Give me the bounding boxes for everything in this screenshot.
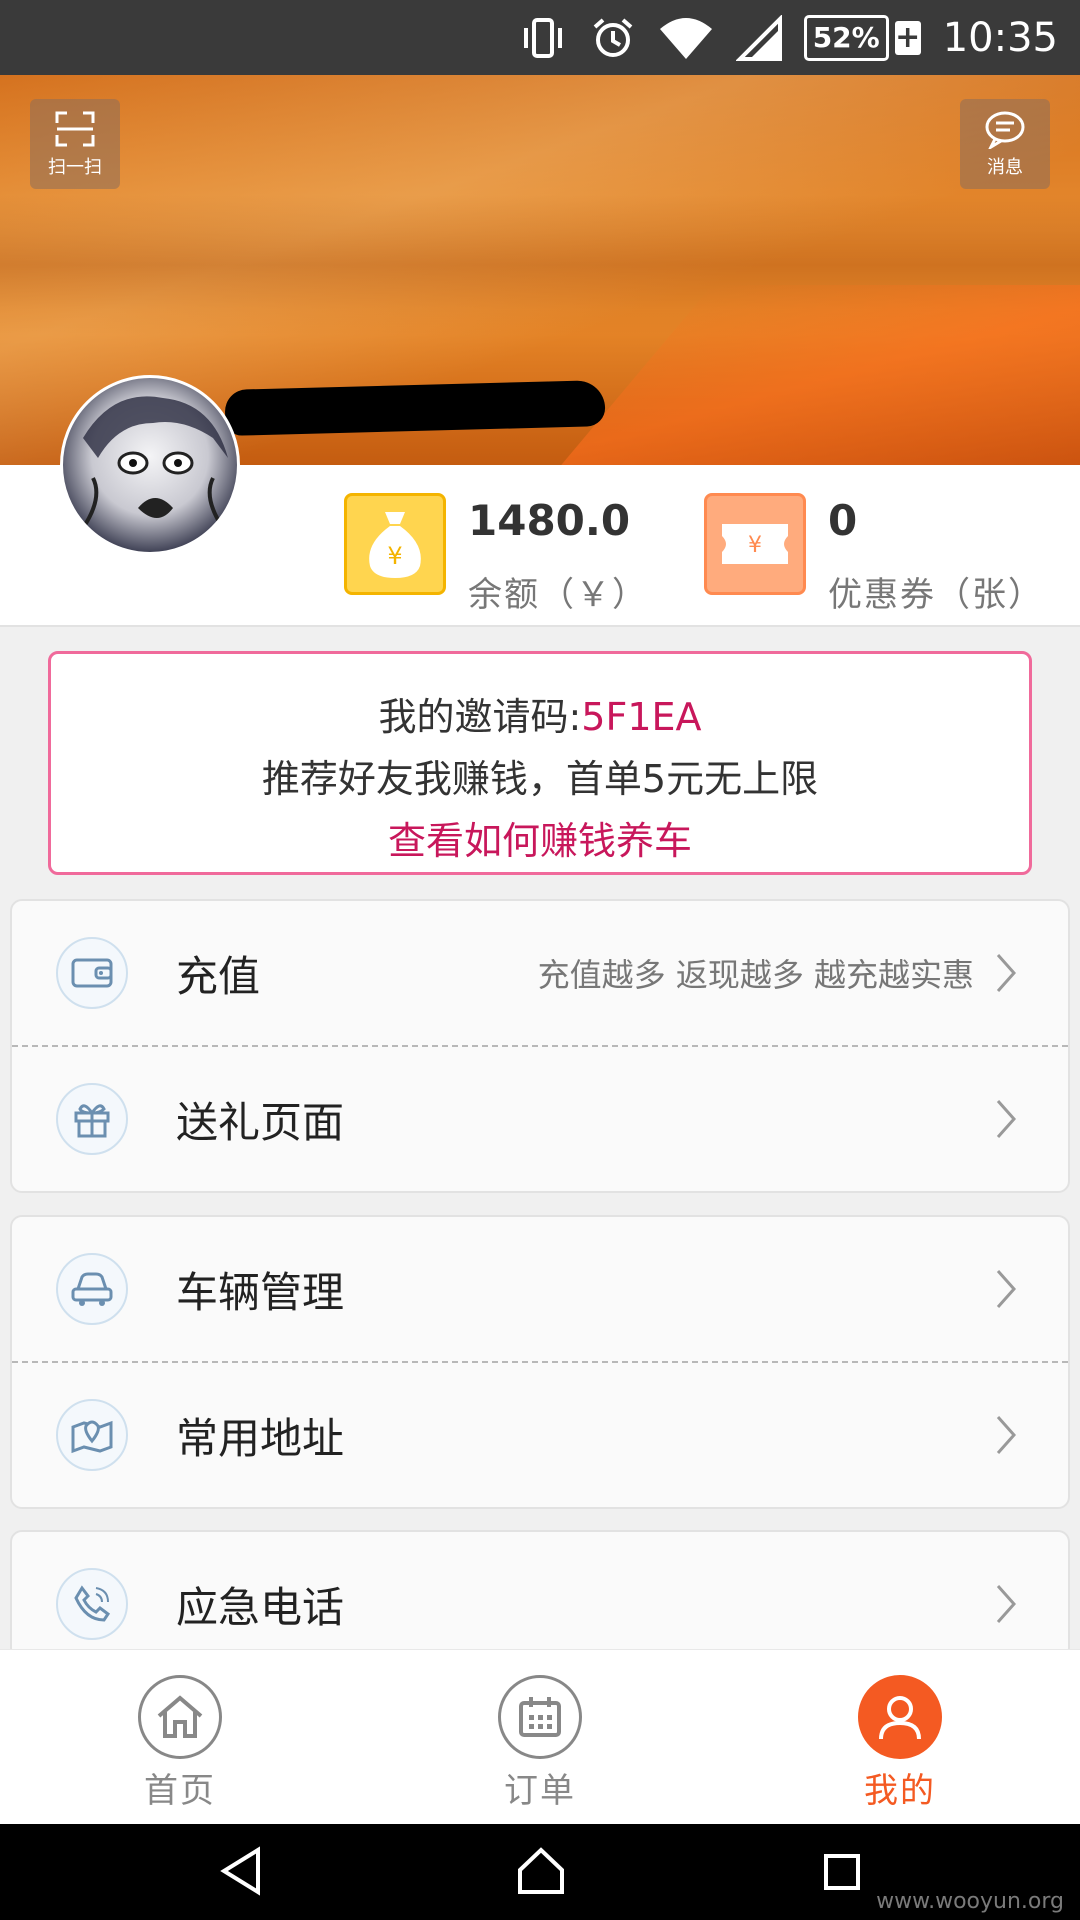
avatar[interactable] xyxy=(60,375,240,555)
tab-mine[interactable]: 我的 xyxy=(820,1675,980,1812)
balance-label: 余额（￥） xyxy=(468,575,648,615)
address-label: 常用地址 xyxy=(176,1413,345,1463)
battery-percent: 52% xyxy=(812,21,880,54)
gift-label: 送礼页面 xyxy=(176,1097,345,1147)
emergency-label: 应急电话 xyxy=(176,1582,345,1632)
scan-label: 扫一扫 xyxy=(48,157,102,178)
wallet-icon xyxy=(56,937,128,1009)
car-icon xyxy=(56,1253,128,1325)
bottom-tab-bar: 首页 订单 我的 xyxy=(0,1649,1080,1825)
money-bag-icon: ¥ xyxy=(344,493,446,595)
earn-money-link[interactable]: 查看如何赚钱养车 xyxy=(51,810,1029,872)
tab-home[interactable]: 首页 xyxy=(100,1675,260,1812)
scan-button[interactable]: 扫一扫 xyxy=(30,99,120,189)
alarm-icon xyxy=(590,15,636,61)
coupon-icon: ¥ xyxy=(704,493,806,595)
balance-value: 1480.0 xyxy=(468,496,631,545)
charging-icon: + xyxy=(894,20,921,55)
scan-icon xyxy=(53,109,97,149)
menu-card-finance: 充值 充值越多 返现越多 越充越实惠 送礼页面 xyxy=(10,899,1070,1193)
tab-orders[interactable]: 订单 xyxy=(460,1675,620,1812)
home-icon xyxy=(138,1675,222,1759)
watermark: www.wooyun.org xyxy=(876,1889,1064,1914)
calendar-icon xyxy=(498,1675,582,1759)
menu-card-emergency: 应急电话 xyxy=(10,1530,1070,1660)
balance-stat[interactable]: ¥ 1480.0 余额（￥） xyxy=(344,493,648,616)
user-icon xyxy=(858,1675,942,1759)
tab-mine-label: 我的 xyxy=(864,1771,936,1811)
map-pin-icon xyxy=(56,1399,128,1471)
recents-icon[interactable] xyxy=(822,1852,862,1892)
invite-code: 5F1EA xyxy=(581,695,702,739)
gift-row[interactable]: 送礼页面 xyxy=(12,1045,1068,1191)
vehicle-label: 车辆管理 xyxy=(176,1267,345,1317)
signal-icon xyxy=(735,14,782,61)
message-button[interactable]: 消息 xyxy=(960,99,1050,189)
battery-icon: 52% xyxy=(803,14,889,61)
invite-promo: 推荐好友我赚钱，首单5元无上限 xyxy=(261,757,819,801)
coupon-label: 优惠券（张） xyxy=(828,575,1044,615)
recharge-label: 充值 xyxy=(176,951,261,1001)
message-label: 消息 xyxy=(987,157,1023,178)
svg-text:¥: ¥ xyxy=(387,542,402,570)
recharge-hint: 充值越多 返现越多 越充越实惠 xyxy=(537,956,974,994)
chevron-right-icon xyxy=(994,1413,1018,1457)
tab-home-label: 首页 xyxy=(144,1771,216,1811)
avatar-illustration xyxy=(81,396,228,530)
wifi-icon xyxy=(658,15,714,61)
vehicle-row[interactable]: 车辆管理 xyxy=(12,1217,1068,1361)
phone-icon xyxy=(56,1568,128,1640)
chevron-right-icon xyxy=(994,1582,1018,1626)
chevron-right-icon xyxy=(994,1097,1018,1141)
tab-orders-label: 订单 xyxy=(504,1771,576,1811)
recharge-row[interactable]: 充值 充值越多 返现越多 越充越实惠 xyxy=(12,901,1068,1045)
invite-box: 我的邀请码:5F1EA 推荐好友我赚钱，首单5元无上限 查看如何赚钱养车 xyxy=(48,651,1032,875)
coupon-value: 0 xyxy=(828,496,858,545)
chat-bubble-icon xyxy=(983,109,1027,149)
svg-text:¥: ¥ xyxy=(748,533,762,558)
status-bar: 52% + 10:35 xyxy=(0,0,1080,75)
chevron-right-icon xyxy=(994,1267,1018,1311)
address-row[interactable]: 常用地址 xyxy=(12,1361,1068,1507)
invite-code-line: 我的邀请码:5F1EA xyxy=(51,686,1029,748)
gift-icon xyxy=(56,1083,128,1155)
coupon-stat[interactable]: ¥ 0 优惠券（张） xyxy=(704,493,1044,616)
clock: 10:35 xyxy=(942,14,1058,61)
system-nav-bar: www.wooyun.org xyxy=(0,1824,1080,1920)
username-redacted xyxy=(224,380,606,436)
emergency-row[interactable]: 应急电话 xyxy=(12,1532,1068,1658)
battery-indicator: 52% + xyxy=(803,14,921,61)
invite-code-prefix: 我的邀请码: xyxy=(378,695,582,739)
status-icons: 52% + 10:35 xyxy=(518,0,1058,75)
home-nav-icon[interactable] xyxy=(516,1846,566,1896)
vibrate-icon xyxy=(518,16,568,60)
menu-card-vehicle: 车辆管理 常用地址 xyxy=(10,1215,1070,1509)
back-icon[interactable] xyxy=(218,1846,264,1896)
chevron-right-icon xyxy=(994,951,1018,995)
